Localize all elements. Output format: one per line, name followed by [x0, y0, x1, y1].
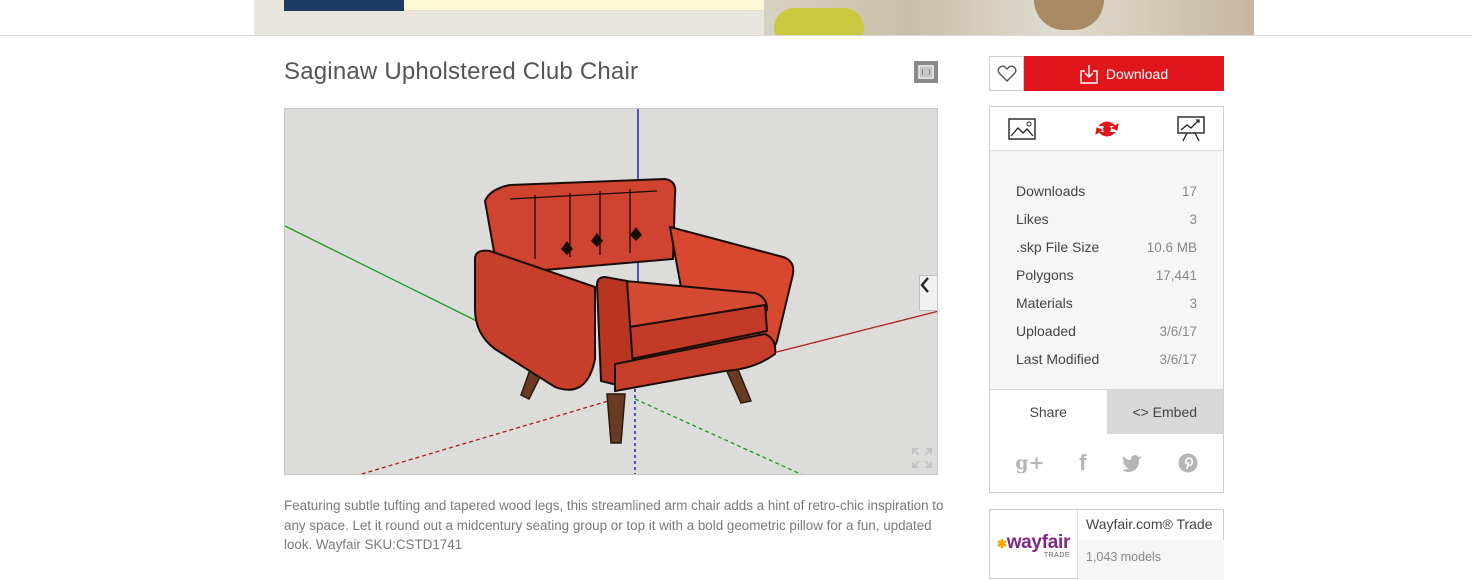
stat-label: Polygons — [1016, 267, 1074, 283]
details-button[interactable] — [914, 61, 938, 83]
collapse-panel-button[interactable] — [919, 275, 937, 311]
stat-label: Materials — [1016, 295, 1073, 311]
image-icon — [1008, 117, 1036, 140]
stat-uploaded: Uploaded 3/6/17 — [990, 317, 1223, 345]
model-render — [285, 109, 937, 474]
tab-embed[interactable]: <> Embed — [1106, 390, 1223, 434]
stat-likes: Likes 3 — [990, 205, 1223, 233]
google-plus-icon[interactable]: g+ — [1015, 452, 1044, 474]
model-stats: Downloads 17 Likes 3 .skp File Size 10.6… — [990, 151, 1223, 389]
3d-rotate-icon — [1094, 121, 1119, 136]
green-axis-solid — [285, 225, 506, 336]
red-axis-dashed — [359, 398, 616, 474]
tab-presentation-view[interactable] — [1175, 114, 1207, 144]
chevron-left-icon — [920, 277, 929, 293]
top-banner — [254, 0, 1254, 35]
stat-value: 3 — [1189, 295, 1197, 311]
stat-file-size: .skp File Size 10.6 MB — [990, 233, 1223, 261]
model-info-panel: Downloads 17 Likes 3 .skp File Size 10.6… — [989, 106, 1224, 493]
stat-value: 17,441 — [1155, 267, 1197, 283]
author-logo[interactable]: ✱wayfair TRADE — [990, 510, 1078, 580]
like-button[interactable] — [989, 56, 1024, 91]
red-axis-solid — [764, 310, 937, 356]
author-name[interactable]: Wayfair.com® Trade — [1086, 516, 1213, 532]
stat-label: .skp File Size — [1016, 239, 1100, 255]
wayfair-pinwheel-icon: ✱ — [996, 536, 1007, 551]
social-share-buttons: g+ f — [990, 434, 1223, 492]
stat-materials: Materials 3 — [990, 289, 1223, 317]
presentation-icon — [1177, 115, 1205, 141]
model-description: Featuring subtle tufting and tapered woo… — [284, 498, 944, 552]
green-axis-dashed — [634, 398, 803, 474]
fullscreen-button[interactable] — [911, 447, 933, 469]
download-icon — [1080, 64, 1098, 84]
twitter-icon[interactable] — [1121, 454, 1143, 472]
author-card[interactable]: ✱wayfair TRADE Wayfair.com® Trade 1,043 … — [989, 509, 1224, 580]
tab-share[interactable]: Share — [990, 390, 1107, 434]
expand-icon — [912, 448, 932, 468]
stat-polygons: Polygons 17,441 — [990, 261, 1223, 289]
stat-value: 10.6 MB — [1146, 239, 1197, 255]
pinterest-icon[interactable] — [1178, 453, 1198, 473]
banner-yellow-pillow — [774, 8, 864, 35]
stat-label: Last Modified — [1016, 351, 1100, 367]
view-mode-tabs — [990, 107, 1223, 151]
header-divider — [0, 35, 1472, 36]
stat-downloads: Downloads 17 — [990, 177, 1223, 205]
stat-label: Likes — [1016, 211, 1049, 227]
author-model-count: 1,043 models — [1086, 550, 1162, 564]
stat-value: 3 — [1189, 211, 1197, 227]
facebook-icon[interactable]: f — [1079, 450, 1086, 476]
stat-last-modified: Last Modified 3/6/17 — [990, 345, 1223, 373]
stat-value: 3/6/17 — [1159, 323, 1197, 339]
stat-label: Uploaded — [1016, 323, 1076, 339]
author-logo-text: wayfair — [1006, 531, 1071, 553]
model-title: Saginaw Upholstered Club Chair — [284, 58, 639, 85]
banner-nav-block — [284, 0, 404, 11]
document-icon — [918, 65, 934, 79]
heart-icon — [997, 65, 1016, 82]
download-label: Download — [1105, 65, 1169, 82]
3d-model-viewer[interactable] — [284, 108, 938, 475]
download-button[interactable]: Download — [1024, 56, 1224, 91]
stat-value: 3/6/17 — [1159, 351, 1197, 367]
stat-value: 17 — [1181, 183, 1197, 199]
tab-3d-view[interactable] — [1091, 114, 1123, 144]
share-tabs: Share <> Embed — [990, 389, 1223, 434]
tab-image-view[interactable] — [1006, 114, 1038, 144]
stat-label: Downloads — [1016, 183, 1086, 199]
